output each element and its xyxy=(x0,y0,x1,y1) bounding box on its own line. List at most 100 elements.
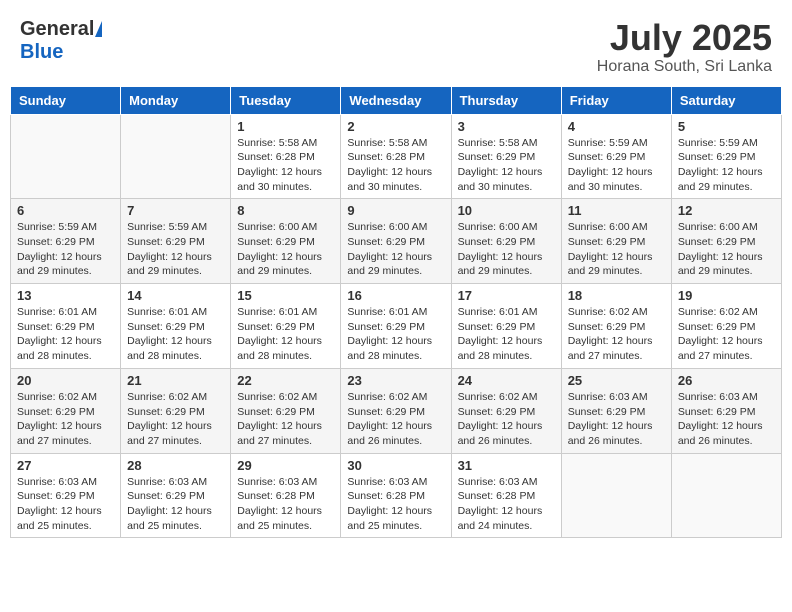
calendar-cell: 14Sunrise: 6:01 AMSunset: 6:29 PMDayligh… xyxy=(121,284,231,369)
calendar-cell xyxy=(11,114,121,199)
calendar-cell: 1 Sunrise: 5:58 AMSunset: 6:28 PMDaylight… xyxy=(231,114,341,199)
sun-info: Sunrise: 6:03 AMSunset: 6:29 PMDaylight:… xyxy=(127,475,224,534)
sun-info: Sunrise: 6:02 AMSunset: 6:29 PMDaylight:… xyxy=(17,390,114,449)
calendar-week-row: 20 Sunrise: 6:02 AMSunset: 6:29 PMDayligh… xyxy=(11,368,782,453)
calendar-cell: 8Sunrise: 6:00 AMSunset: 6:29 PMDaylight… xyxy=(231,199,341,284)
day-number: 24 xyxy=(458,373,555,388)
weekday-header-tuesday: Tuesday xyxy=(231,86,341,114)
calendar-cell: 11 Sunrise: 6:00 AMSunset: 6:29 PMDayligh… xyxy=(561,199,671,284)
day-number: 23 xyxy=(347,373,444,388)
day-number: 17 xyxy=(458,288,555,303)
day-number: 11 xyxy=(568,203,665,218)
day-number: 5 xyxy=(678,119,775,134)
sun-info: Sunrise: 5:59 AMSunset: 6:29 PMDaylight:… xyxy=(568,136,665,195)
sun-info: Sunrise: 6:01 AMSunset: 6:29 PMDaylight:… xyxy=(127,305,224,364)
weekday-header-sunday: Sunday xyxy=(11,86,121,114)
sun-info: Sunrise: 6:02 AMSunset: 6:29 PMDaylight:… xyxy=(678,305,775,364)
calendar-cell: 10Sunrise: 6:00 AMSunset: 6:29 PMDayligh… xyxy=(451,199,561,284)
sun-info: Sunrise: 5:59 AMSunset: 6:29 PMDaylight:… xyxy=(678,136,775,195)
day-number: 1 xyxy=(237,119,334,134)
sun-info: Sunrise: 5:58 AMSunset: 6:29 PMDaylight:… xyxy=(458,136,555,195)
calendar-cell: 6 Sunrise: 5:59 AMSunset: 6:29 PMDaylight… xyxy=(11,199,121,284)
sun-info: Sunrise: 6:01 AMSunset: 6:29 PMDaylight:… xyxy=(458,305,555,364)
sun-info: Sunrise: 6:03 AMSunset: 6:29 PMDaylight:… xyxy=(17,475,114,534)
day-number: 30 xyxy=(347,458,444,473)
sun-info: Sunrise: 6:02 AMSunset: 6:29 PMDaylight:… xyxy=(347,390,444,449)
sun-info: Sunrise: 6:00 AMSunset: 6:29 PMDaylight:… xyxy=(458,220,555,279)
day-number: 15 xyxy=(237,288,334,303)
calendar-cell: 26 Sunrise: 6:03 AMSunset: 6:29 PMDayligh… xyxy=(671,368,781,453)
calendar-cell: 3 Sunrise: 5:58 AMSunset: 6:29 PMDaylight… xyxy=(451,114,561,199)
day-number: 26 xyxy=(678,373,775,388)
day-number: 28 xyxy=(127,458,224,473)
weekday-header-thursday: Thursday xyxy=(451,86,561,114)
weekday-header-friday: Friday xyxy=(561,86,671,114)
calendar-cell xyxy=(561,453,671,538)
calendar-cell: 2Sunrise: 5:58 AMSunset: 6:28 PMDaylight… xyxy=(341,114,451,199)
calendar-cell: 18 Sunrise: 6:02 AMSunset: 6:29 PMDayligh… xyxy=(561,284,671,369)
sun-info: Sunrise: 6:00 AMSunset: 6:29 PMDaylight:… xyxy=(678,220,775,279)
day-number: 21 xyxy=(127,373,224,388)
day-number: 29 xyxy=(237,458,334,473)
day-number: 22 xyxy=(237,373,334,388)
sun-info: Sunrise: 5:59 AMSunset: 6:29 PMDaylight:… xyxy=(127,220,224,279)
logo-blue-text: Blue xyxy=(20,41,63,63)
calendar-week-row: 1 Sunrise: 5:58 AMSunset: 6:28 PMDaylight… xyxy=(11,114,782,199)
sun-info: Sunrise: 6:01 AMSunset: 6:29 PMDaylight:… xyxy=(237,305,334,364)
calendar-cell: 29Sunrise: 6:03 AMSunset: 6:28 PMDayligh… xyxy=(231,453,341,538)
calendar-cell: 25 Sunrise: 6:03 AMSunset: 6:29 PMDayligh… xyxy=(561,368,671,453)
sun-info: Sunrise: 6:01 AMSunset: 6:29 PMDaylight:… xyxy=(17,305,114,364)
calendar-cell: 9 Sunrise: 6:00 AMSunset: 6:29 PMDaylight… xyxy=(341,199,451,284)
calendar-cell: 5 Sunrise: 5:59 AMSunset: 6:29 PMDaylight… xyxy=(671,114,781,199)
calendar-cell: 12Sunrise: 6:00 AMSunset: 6:29 PMDayligh… xyxy=(671,199,781,284)
calendar-week-row: 13 Sunrise: 6:01 AMSunset: 6:29 PMDayligh… xyxy=(11,284,782,369)
title-area: July 2025 Horana South, Sri Lanka xyxy=(597,18,772,76)
logo-general-text: General xyxy=(20,18,94,41)
calendar-week-row: 6 Sunrise: 5:59 AMSunset: 6:29 PMDaylight… xyxy=(11,199,782,284)
sun-info: Sunrise: 5:58 AMSunset: 6:28 PMDaylight:… xyxy=(237,136,334,195)
day-number: 25 xyxy=(568,373,665,388)
day-number: 6 xyxy=(17,203,114,218)
sun-info: Sunrise: 6:00 AMSunset: 6:29 PMDaylight:… xyxy=(347,220,444,279)
calendar-cell: 20 Sunrise: 6:02 AMSunset: 6:29 PMDayligh… xyxy=(11,368,121,453)
weekday-header-wednesday: Wednesday xyxy=(341,86,451,114)
calendar-header-row: SundayMondayTuesdayWednesdayThursdayFrid… xyxy=(11,86,782,114)
calendar-cell: 30 Sunrise: 6:03 AMSunset: 6:28 PMDayligh… xyxy=(341,453,451,538)
day-number: 16 xyxy=(347,288,444,303)
calendar-cell: 17 Sunrise: 6:01 AMSunset: 6:29 PMDayligh… xyxy=(451,284,561,369)
day-number: 20 xyxy=(17,373,114,388)
sun-info: Sunrise: 6:02 AMSunset: 6:29 PMDaylight:… xyxy=(568,305,665,364)
sun-info: Sunrise: 5:58 AMSunset: 6:28 PMDaylight:… xyxy=(347,136,444,195)
sun-info: Sunrise: 6:03 AMSunset: 6:28 PMDaylight:… xyxy=(347,475,444,534)
day-number: 9 xyxy=(347,203,444,218)
day-number: 4 xyxy=(568,119,665,134)
location-title: Horana South, Sri Lanka xyxy=(597,58,772,76)
day-number: 18 xyxy=(568,288,665,303)
calendar-cell: 27Sunrise: 6:03 AMSunset: 6:29 PMDayligh… xyxy=(11,453,121,538)
day-number: 3 xyxy=(458,119,555,134)
day-number: 13 xyxy=(17,288,114,303)
calendar-cell: 4 Sunrise: 5:59 AMSunset: 6:29 PMDaylight… xyxy=(561,114,671,199)
weekday-header-monday: Monday xyxy=(121,86,231,114)
calendar-table: SundayMondayTuesdayWednesdayThursdayFrid… xyxy=(10,86,782,539)
calendar-cell xyxy=(671,453,781,538)
calendar-cell: 7 Sunrise: 5:59 AMSunset: 6:29 PMDaylight… xyxy=(121,199,231,284)
calendar-cell: 22 Sunrise: 6:02 AMSunset: 6:29 PMDayligh… xyxy=(231,368,341,453)
calendar-cell: 19Sunrise: 6:02 AMSunset: 6:29 PMDayligh… xyxy=(671,284,781,369)
calendar-week-row: 27Sunrise: 6:03 AMSunset: 6:29 PMDayligh… xyxy=(11,453,782,538)
calendar-cell: 21 Sunrise: 6:02 AMSunset: 6:29 PMDayligh… xyxy=(121,368,231,453)
calendar-cell xyxy=(121,114,231,199)
sun-info: Sunrise: 6:02 AMSunset: 6:29 PMDaylight:… xyxy=(127,390,224,449)
sun-info: Sunrise: 6:00 AMSunset: 6:29 PMDaylight:… xyxy=(237,220,334,279)
sun-info: Sunrise: 6:00 AMSunset: 6:29 PMDaylight:… xyxy=(568,220,665,279)
sun-info: Sunrise: 5:59 AMSunset: 6:29 PMDaylight:… xyxy=(17,220,114,279)
calendar-cell: 28 Sunrise: 6:03 AMSunset: 6:29 PMDayligh… xyxy=(121,453,231,538)
page-header: General Blue July 2025 Horana South, Sri… xyxy=(10,10,782,82)
sun-info: Sunrise: 6:03 AMSunset: 6:29 PMDaylight:… xyxy=(568,390,665,449)
day-number: 7 xyxy=(127,203,224,218)
sun-info: Sunrise: 6:02 AMSunset: 6:29 PMDaylight:… xyxy=(237,390,334,449)
calendar-cell: 23 Sunrise: 6:02 AMSunset: 6:29 PMDayligh… xyxy=(341,368,451,453)
calendar-cell: 31Sunrise: 6:03 AMSunset: 6:28 PMDayligh… xyxy=(451,453,561,538)
day-number: 31 xyxy=(458,458,555,473)
sun-info: Sunrise: 6:03 AMSunset: 6:29 PMDaylight:… xyxy=(678,390,775,449)
